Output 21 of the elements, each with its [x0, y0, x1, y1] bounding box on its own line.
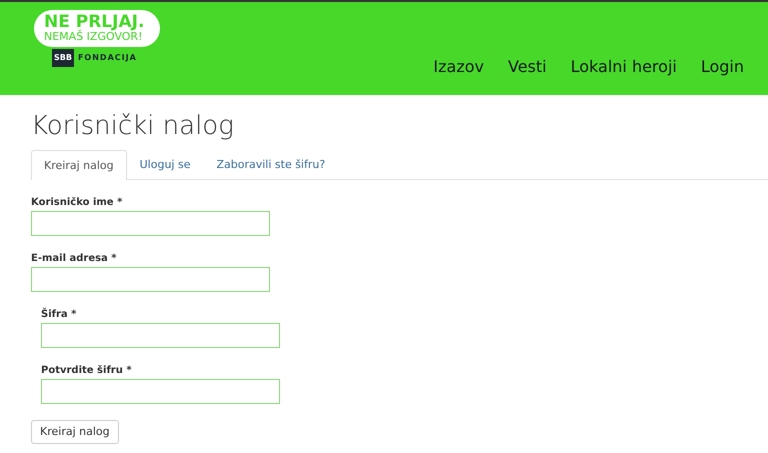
field-label: Korisničko ime * — [31, 196, 124, 210]
input-field[interactable] — [31, 267, 270, 292]
tab[interactable]: Uloguj se — [126, 150, 204, 180]
nav-link[interactable]: Izazov — [433, 55, 484, 79]
nav-link[interactable]: Lokalni heroji — [570, 55, 677, 79]
field-label: Šifra * — [41, 308, 78, 322]
nav-link[interactable]: Vesti — [508, 55, 547, 79]
page-title: Korisnički nalog — [31, 111, 235, 142]
nav-link[interactable]: Login — [700, 55, 744, 79]
input-field[interactable] — [31, 211, 270, 236]
tab[interactable]: Zaboravili ste šifru? — [203, 150, 338, 180]
field-label: Potvrdite šifru * — [41, 364, 133, 378]
logo-slogan: NE PRLJAJ. — [44, 14, 146, 31]
field-label: E-mail adresa * — [31, 252, 118, 266]
input-field[interactable] — [41, 379, 280, 404]
logo-badge: SBB — [52, 49, 74, 68]
submit-button[interactable]: Kreiraj nalog — [31, 420, 119, 444]
logo-text: FONDACIJA — [78, 52, 137, 64]
tab[interactable]: Kreiraj nalog — [31, 150, 127, 180]
input-field[interactable] — [41, 323, 280, 348]
logo-tagline: NEMAŠ IZGOVOR! — [44, 31, 142, 44]
